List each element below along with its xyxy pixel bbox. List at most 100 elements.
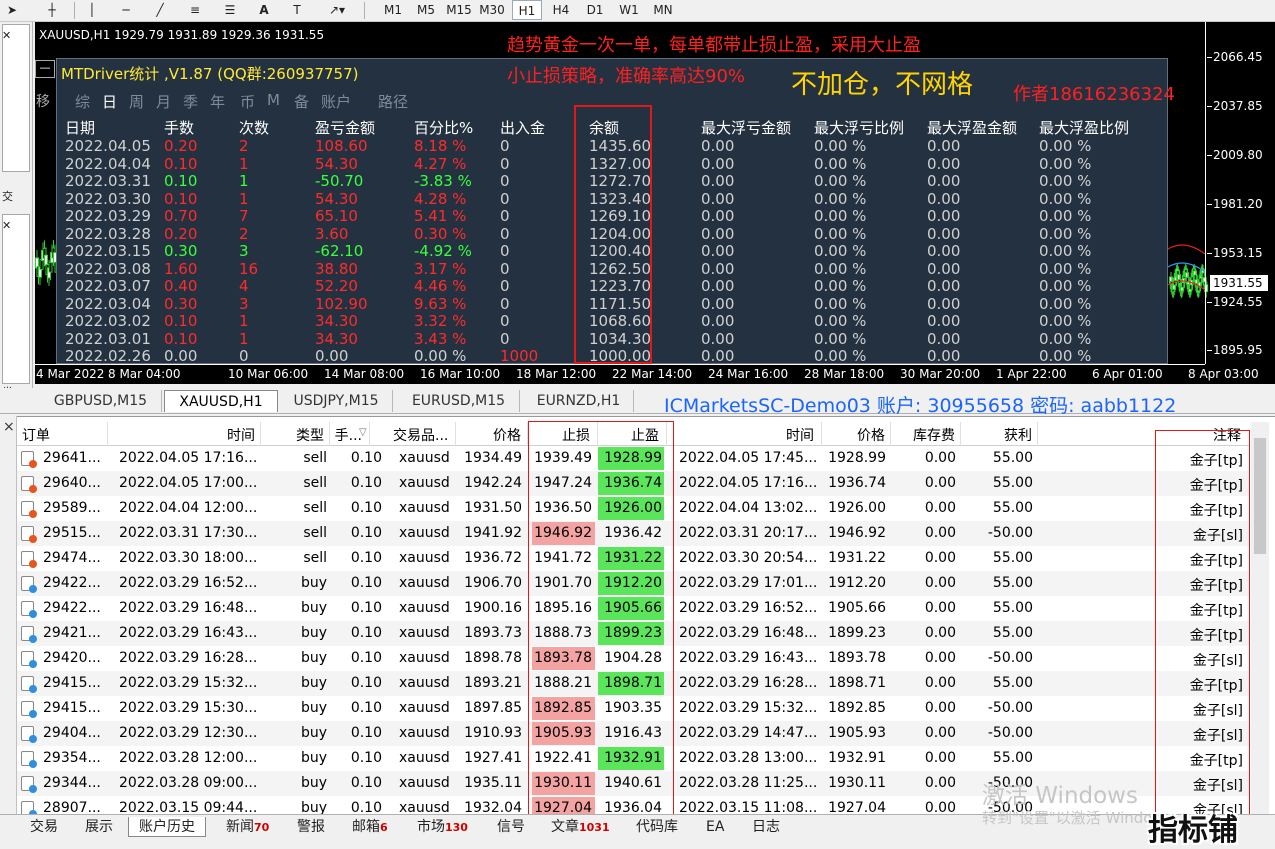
table-header-cell[interactable]: 价格 [493,425,521,445]
timeframe-d1[interactable]: D1 [580,0,610,20]
stats-tab[interactable]: 月 [156,91,171,112]
table-header-cell[interactable]: 类型 [296,425,324,445]
cell-cprice: 1912.20 [828,575,886,591]
terminal-tab[interactable]: EA [706,817,724,837]
stats-cell-pnl: 65.10 [315,207,358,225]
terminal-tab[interactable]: 新闻70 [226,817,269,837]
table-header-cell[interactable]: 库存费 [913,425,955,445]
cell-order: 29415... [43,675,101,691]
equidistant-channel-icon[interactable]: ≡ [184,0,206,20]
stats-cell-count: 4 [239,277,249,295]
price-chart[interactable]: XAUUSD,H1 1929.79 1931.89 1929.36 1931.5… [35,22,1275,384]
terminal-tab[interactable]: 市场130 [417,817,468,837]
cell-order: 29404... [43,725,101,741]
timeframe-w1[interactable]: W1 [614,0,644,20]
cell-type: sell [303,500,327,516]
terminal-close-icon[interactable]: × [3,419,15,435]
chart-tab[interactable]: XAUUSD,H1 [164,390,278,412]
timeframe-m30[interactable]: M30 [477,0,507,20]
timeframe-h4[interactable]: H4 [546,0,576,20]
terminal-tab[interactable]: 展示 [85,817,113,837]
stats-minimize-icon[interactable]: — [35,60,55,78]
cell-type: buy [300,650,327,666]
history-scroll-thumb[interactable] [1254,438,1266,554]
stats-tab[interactable]: 币 [240,91,255,112]
stats-tab[interactable]: 年 [210,91,225,112]
cell-close: 2022.03.29 17:01... [679,575,818,591]
chart-tab[interactable]: USDJPY,M15 [280,390,393,412]
terminal-tab[interactable]: 账户历史 [128,817,206,837]
cell-price: 1934.49 [464,450,522,466]
stats-cell-float: 0.00 % [814,329,867,348]
cell-sym: xauusd [399,725,450,741]
timeframe-m5[interactable]: M5 [411,0,441,20]
terminal-tab[interactable]: 警报 [297,817,325,837]
panel-close-icon-2[interactable]: ✕ [2,219,11,232]
cell-profit: 55.00 [992,675,1033,691]
chart-tab[interactable]: GBPUSD,M15 [40,390,162,412]
stats-tab[interactable]: 账户 [321,91,351,112]
stats-cell-lots: 0.40 [164,277,198,295]
horizontal-line-icon[interactable]: ─ [116,0,136,20]
stats-cell-pct: 3.17 % [414,259,467,278]
stats-tab[interactable]: 季 [183,91,198,112]
fibonacci-icon[interactable]: ☰ [220,0,240,20]
stats-tab[interactable]: 路径 [378,91,408,112]
table-header-cell[interactable]: 手... [335,425,362,445]
terminal-tab[interactable]: 日志 [752,817,780,837]
table-header-cell[interactable]: 价格 [857,425,885,445]
stats-cell-date: 2022.03.01 [65,329,151,348]
stats-tab[interactable]: 备 [294,91,309,112]
stats-cell-float: 0.00 % [814,312,867,330]
terminal-tab[interactable]: 代码库 [636,817,678,837]
trendline-icon[interactable]: ╱ [150,0,170,20]
terminal-tab[interactable]: 交易 [30,817,58,837]
stats-cell-date: 2022.04.04 [65,154,151,173]
stats-cell-pct: 0.00 % [414,347,467,365]
table-header-cell[interactable]: 获利 [1004,425,1032,445]
terminal-tab[interactable]: 文章1031 [551,817,610,837]
panel-close-icon[interactable]: ✕ [2,29,11,42]
timeframe-m1[interactable]: M1 [378,0,408,20]
cell-open: 2022.03.29 12:30... [119,725,258,741]
stats-cell-float: 0.00 [927,172,961,190]
cell-swap: 0.00 [924,475,956,491]
market-watch-window[interactable] [2,24,30,172]
chart-tab[interactable]: EURNZD,H1 [524,390,634,412]
timeframe-h1[interactable]: H1 [512,0,542,20]
table-header-cell[interactable]: 时间 [227,425,255,445]
vertical-line-icon[interactable]: │ [84,0,100,20]
cell-profit: -50.00 [987,725,1033,741]
current-price-badge: 1931.55 [1210,275,1268,291]
stats-tab[interactable]: 周 [129,91,144,112]
terminal-tab[interactable]: 信号 [497,817,525,837]
stats-cell-pnl: 54.30 [315,189,358,208]
stats-cell-float: 0.00 % [814,189,867,208]
stats-cell-pct: 4.46 % [414,277,467,295]
cell-swap: 0.00 [924,525,956,541]
table-header-cell[interactable]: 时间 [786,425,814,445]
stats-tab[interactable]: 综 [75,91,90,112]
cell-cprice: 1899.23 [828,625,886,641]
text-tool-icon[interactable]: A [256,0,272,20]
cursor-arrow-icon[interactable]: ➤ [4,0,20,20]
stats-cell-io: 0 [500,277,510,295]
timeframe-mn[interactable]: MN [648,0,678,20]
cell-close: 2022.03.29 16:43... [679,650,818,666]
text-label-icon[interactable]: T [288,0,306,20]
timeframe-m15[interactable]: M15 [444,0,474,20]
sort-arrow-icon[interactable]: ▽ [359,427,367,438]
cell-open: 2022.03.29 15:32... [119,675,258,691]
navigator-window[interactable] [2,214,30,384]
stats-tab[interactable]: 日 [102,91,117,112]
stats-cell-io: 0 [500,312,510,330]
crosshair-icon[interactable]: ┼ [40,0,64,20]
stats-tab[interactable]: M [267,91,280,109]
chart-tab[interactable]: EURUSD,M15 [398,390,520,412]
table-header-cell[interactable]: 订单 [22,425,50,445]
stats-cell-date: 2022.02.26 [65,347,151,365]
table-header-cell[interactable]: 交易品... [393,425,448,445]
shapes-dropdown-icon[interactable]: ↗▾ [322,0,352,20]
stats-cell-float: 0.00 % [1039,347,1092,365]
terminal-tab[interactable]: 邮箱6 [352,817,388,837]
